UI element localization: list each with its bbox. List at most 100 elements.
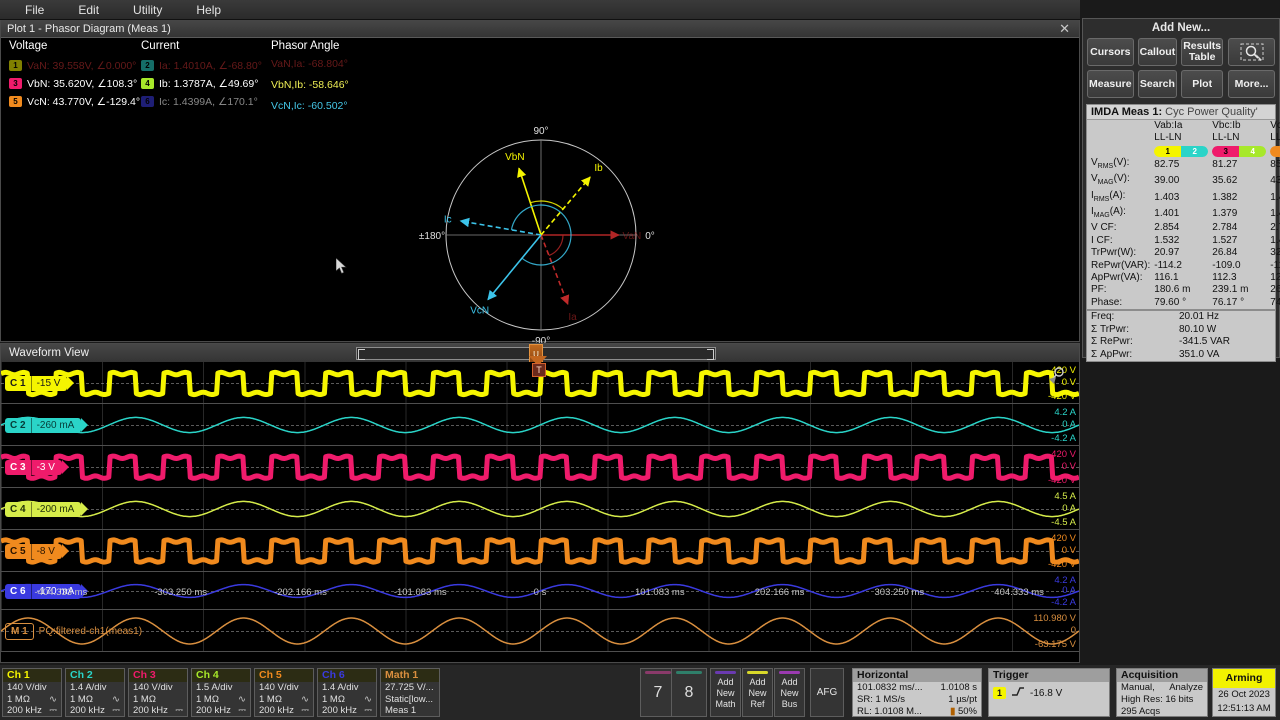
phasor-label: VaN <box>623 231 642 242</box>
channel-badge[interactable]: C 4-200 mA <box>5 502 81 517</box>
legend-column-current: Current 2Ia: 1.4010A, ∠-68.80°4Ib: 1.378… <box>141 40 262 112</box>
plot-title-bar: Plot 1 - Phasor Diagram (Meas 1) ✕ <box>1 20 1079 38</box>
channel-tile-ch3[interactable]: Ch 3140 V/div1 MΩ200 kHz⎓ <box>128 668 188 717</box>
channel-tile-name: Ch 1 <box>3 669 61 682</box>
row-label: TrPwr(W): <box>1087 247 1152 259</box>
status-badge[interactable]: Arming 26 Oct 2023 12:51:13 AM <box>1212 668 1276 717</box>
vertical-scale-label: -420 V <box>1048 475 1076 486</box>
zoom-select-icon[interactable] <box>1228 38 1275 66</box>
summary-label: Σ ApPwr: <box>1087 349 1177 361</box>
waveform-slice[interactable]: C 4-200 mA4.5 A0 A-4.5 A <box>1 488 1079 530</box>
phasor-plot-panel: Plot 1 - Phasor Diagram (Meas 1) ✕ Volta… <box>0 20 1080 342</box>
vertical-scale-label: -4.5 A <box>1051 517 1076 528</box>
trigger-source-badge[interactable]: 1 <box>993 687 1006 699</box>
vertical-scale-label: 4.2 A <box>1054 407 1076 418</box>
waveform-slice[interactable]: C 5-8 V420 V0 V-420 V <box>1 530 1079 572</box>
afg-button[interactable]: AFG <box>810 668 844 717</box>
results-table-button[interactable]: Results Table <box>1181 38 1223 66</box>
results-col-pill[interactable]: 12 <box>1152 145 1210 157</box>
more-button[interactable]: More... <box>1228 70 1275 98</box>
channel-tile-ch2[interactable]: Ch 21.4 A/div1 MΩ∿200 kHz⎓ <box>65 668 125 717</box>
channel-badge-name: C 1 <box>5 376 31 391</box>
summary-label: Σ TrPwr: <box>1087 324 1177 336</box>
waveform-slice[interactable]: C 3-3 V420 V0 V-420 V <box>1 446 1079 488</box>
channel-badge[interactable]: M 1PQ:filtered-ch1(meas1) <box>5 624 149 639</box>
menu-help[interactable]: Help <box>179 0 238 20</box>
legend-badge: 6 <box>141 96 154 107</box>
channel-badge[interactable]: C 1-15 V <box>5 376 67 391</box>
vertical-scale-label: 0 V <box>1062 545 1076 556</box>
waveform-trace <box>1 488 1079 530</box>
row-value: 1.442 <box>1268 190 1280 206</box>
acquisition-tile[interactable]: Acquisition Manual,AnalyzeHigh Res: 16 b… <box>1116 668 1208 717</box>
results-col-pill[interactable]: 56 <box>1268 145 1280 157</box>
waveform-slice[interactable]: M 1PQ:filtered-ch1(meas1)110.980 V0-63.1… <box>1 610 1079 652</box>
acquisition-title: Acquisition <box>1117 669 1207 682</box>
menu-bar: File Edit Utility Help <box>0 0 1080 20</box>
add-new-tile-add-new-ref[interactable]: AddNewRef <box>742 668 773 717</box>
channel-tile-line: 200 kHz⎓ <box>255 705 313 717</box>
pill-right: 4 <box>1239 146 1266 157</box>
trigger-marker[interactable]: T <box>532 363 546 377</box>
channel-tile-ch1[interactable]: Ch 1140 V/div1 MΩ∿200 kHz⎓ <box>2 668 62 717</box>
row-value: 74.73 ° <box>1268 297 1280 309</box>
waveform-slice[interactable]: C 6-170 mA4.2 A0 A-4.2 A <box>1 572 1079 610</box>
channel-badge[interactable]: C 5-8 V <box>5 544 62 559</box>
overview-bracket-right[interactable] <box>707 349 714 360</box>
horizontal-key: 101.0832 ms/... <box>857 682 922 694</box>
plot-button[interactable]: Plot <box>1181 70 1223 98</box>
search-button[interactable]: Search <box>1138 70 1178 98</box>
row-label: RePwr(VAR): <box>1087 260 1152 272</box>
add-new-tile-add-new-math[interactable]: AddNewMath <box>710 668 741 717</box>
acquisition-row: High Res: 16 bits <box>1117 694 1207 706</box>
channel-tile-ch5[interactable]: Ch 5140 V/div1 MΩ∿200 kHz⎓ <box>254 668 314 717</box>
channel-tile-ch4[interactable]: Ch 41.5 A/div1 MΩ∿200 kHz⎓ <box>191 668 251 717</box>
channel-tile-math1[interactable]: Math 127.725 V/...Static[low...Meas 1 <box>380 668 440 717</box>
add-new-tile-add-new-bus[interactable]: AddNewBus <box>774 668 805 717</box>
row-value: 263.4 m <box>1268 284 1280 296</box>
channel-tile-line: 1.5 A/div <box>192 682 250 694</box>
callout-button[interactable]: Callout <box>1138 38 1178 66</box>
row-value: 79.60 ° <box>1152 297 1210 309</box>
summary-value: 80.10 W <box>1177 324 1275 336</box>
measure-button[interactable]: Measure <box>1087 70 1134 98</box>
bandwidth-icon: ⎓ <box>112 705 120 717</box>
close-icon[interactable]: ✕ <box>1056 21 1073 37</box>
channel-tile-ch6[interactable]: Ch 61.4 A/div1 MΩ∿200 kHz⎓ <box>317 668 377 717</box>
channel-badge[interactable]: C 2-260 mA <box>5 418 81 433</box>
channel-tile-line: 1 MΩ <box>129 694 187 706</box>
legend-voltage-rows: 1VaN: 39.558V, ∠0.000°3VbN: 35.620V, ∠10… <box>9 58 140 109</box>
menu-file[interactable]: File <box>8 0 61 20</box>
channel-badge[interactable]: C 6-170 mA <box>5 584 81 599</box>
results-col-pill[interactable]: 34 <box>1210 145 1268 157</box>
results-table[interactable]: IMDA Meas 1: Cyc Power Quality' Vab:IaVb… <box>1086 104 1276 362</box>
channel-tile-line: Static[low... <box>381 694 439 706</box>
summary-row: Freq:20.01 Hz <box>1087 310 1275 323</box>
channel-tile-name: Math 1 <box>381 669 439 682</box>
summary-value: 20.01 Hz <box>1177 310 1275 323</box>
channel-tile-line: 140 V/div <box>3 682 61 694</box>
waveform-view-title: Waveform View <box>9 347 89 359</box>
results-col-header-row: Vab:IaVbc:IbVca:Ic <box>1087 120 1280 132</box>
waveform-slice[interactable]: C 2-260 mA4.2 A0 A-4.2 A <box>1 404 1079 446</box>
trigger-tile[interactable]: Trigger 1 -16.8 V <box>988 668 1110 717</box>
table-row: IMAG(A):1.4011.3791.440 <box>1087 206 1280 222</box>
menu-utility[interactable]: Utility <box>116 0 179 20</box>
slot-tile-8[interactable]: 8 <box>671 668 707 717</box>
acquisition-key: 295 Acqs <box>1121 706 1160 718</box>
menu-edit[interactable]: Edit <box>61 0 116 20</box>
vertical-scale-label: 0 A <box>1062 585 1076 596</box>
row-value: 2.755 <box>1268 222 1280 234</box>
trigger-title: Trigger <box>989 669 1109 682</box>
phasor-diagram[interactable]: 90°-90°0°±180°VaNIaVbNIbVcNIc <box>391 125 691 360</box>
horizontal-tile[interactable]: Horizontal 101.0832 ms/...1.0108 sSR: 1 … <box>852 668 982 717</box>
pill-left: 1 <box>1154 146 1181 157</box>
waveform-cursor-icon[interactable] <box>1047 366 1067 389</box>
overview-bracket-left[interactable] <box>358 349 365 360</box>
channel-badge[interactable]: C 3-3 V <box>5 460 62 475</box>
coupling-icon: ∿ <box>112 694 120 706</box>
row-label: IMAG(A): <box>1087 206 1152 222</box>
vertical-scale-label: 110.980 V <box>1033 613 1076 624</box>
results-col-pill-row: 123456 <box>1087 145 1280 157</box>
cursors-button[interactable]: Cursors <box>1087 38 1134 66</box>
